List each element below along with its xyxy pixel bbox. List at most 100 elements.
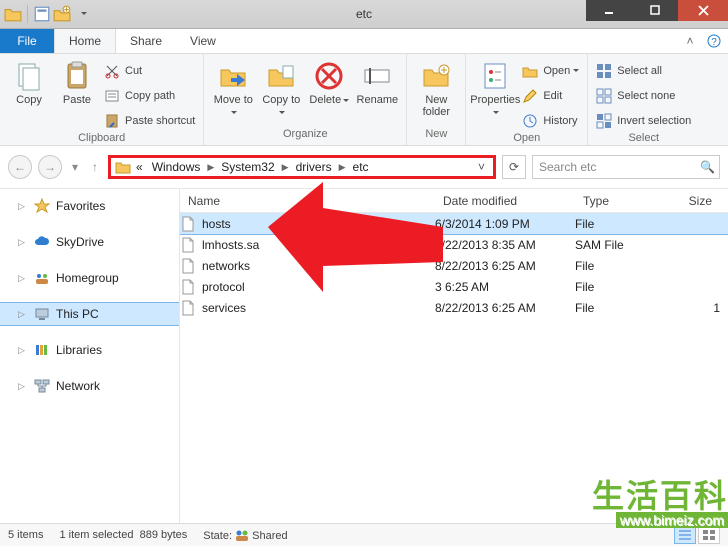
address-bar[interactable]: « Windows▶ System32▶ drivers▶ etc ˅ bbox=[108, 155, 496, 179]
ribbon-group-open: Properties Open Edit History Open bbox=[466, 54, 588, 145]
column-date[interactable]: Date modified bbox=[435, 194, 575, 208]
up-button[interactable]: ↑ bbox=[88, 155, 102, 179]
content-area: ▷Favorites ▷SkyDrive ▷Homegroup ▷This PC… bbox=[0, 188, 728, 523]
qat-dropdown[interactable] bbox=[73, 5, 91, 23]
file-name: networks bbox=[202, 259, 250, 273]
nav-favorites[interactable]: ▷Favorites bbox=[0, 195, 179, 217]
nav-this-pc[interactable]: ▷This PC bbox=[0, 303, 179, 325]
file-type: SAM File bbox=[575, 238, 665, 252]
ribbon-tabstrip: File Home Share View ˄ ? bbox=[0, 29, 728, 54]
select-all-button[interactable]: Select all bbox=[596, 60, 691, 82]
file-icon bbox=[180, 279, 196, 295]
search-icon: 🔍 bbox=[700, 160, 715, 174]
select-none-button[interactable]: Select none bbox=[596, 85, 691, 107]
back-button[interactable]: ← bbox=[8, 155, 32, 179]
ribbon-group-select: Select all Select none Invert selection … bbox=[588, 54, 699, 145]
icons-view-button[interactable] bbox=[698, 526, 720, 544]
file-row[interactable]: hosts6/3/2014 1:09 PMFile bbox=[180, 213, 728, 234]
breadcrumb[interactable]: System32 bbox=[217, 160, 278, 174]
status-state: Shared bbox=[252, 530, 287, 542]
file-row[interactable]: lmhosts.sa8/22/2013 8:35 AMSAM File bbox=[180, 234, 728, 255]
title-bar: etc bbox=[0, 0, 728, 29]
home-tab[interactable]: Home bbox=[54, 29, 116, 53]
delete-button[interactable]: Delete bbox=[308, 58, 350, 106]
ribbon-group-new: New folder New bbox=[407, 54, 466, 145]
nav-libraries[interactable]: ▷Libraries bbox=[0, 339, 179, 361]
copy-path-button[interactable]: Copy path bbox=[104, 85, 195, 107]
column-headers: Name Date modified Type Size bbox=[180, 189, 728, 213]
status-item-count: 5 items bbox=[8, 529, 43, 541]
file-type: File bbox=[575, 259, 665, 273]
breadcrumb[interactable]: etc bbox=[349, 160, 373, 174]
navigation-row: ← → ▾ ↑ « Windows▶ System32▶ drivers▶ et… bbox=[0, 152, 728, 182]
file-icon bbox=[180, 216, 196, 232]
copy-to-button[interactable]: Copy to bbox=[260, 58, 302, 118]
nav-skydrive[interactable]: ▷SkyDrive bbox=[0, 231, 179, 253]
rename-button[interactable]: Rename bbox=[356, 58, 398, 106]
file-date: 8/22/2013 6:25 AM bbox=[435, 301, 575, 315]
ribbon: Copy Paste Cut Copy path Paste shortcut … bbox=[0, 54, 728, 146]
properties-button[interactable]: Properties bbox=[474, 58, 516, 118]
nav-network[interactable]: ▷Network bbox=[0, 375, 179, 397]
file-list: Name Date modified Type Size hosts6/3/20… bbox=[180, 189, 728, 523]
maximize-button[interactable] bbox=[632, 0, 678, 21]
file-date: 3 6:25 AM bbox=[435, 280, 575, 294]
file-tab[interactable]: File bbox=[0, 29, 54, 53]
nav-homegroup[interactable]: ▷Homegroup bbox=[0, 267, 179, 289]
folder-icon bbox=[115, 159, 131, 175]
column-type[interactable]: Type bbox=[575, 194, 665, 208]
chevron-right-icon[interactable]: ▶ bbox=[337, 162, 348, 173]
file-type: File bbox=[575, 280, 665, 294]
file-row[interactable]: services8/22/2013 6:25 AMFile1 bbox=[180, 297, 728, 318]
ribbon-group-clipboard: Copy Paste Cut Copy path Paste shortcut … bbox=[0, 54, 204, 145]
invert-selection-button[interactable]: Invert selection bbox=[596, 110, 691, 132]
breadcrumb[interactable]: Windows bbox=[148, 160, 205, 174]
move-to-button[interactable]: Move to bbox=[212, 58, 254, 118]
details-view-button[interactable] bbox=[674, 526, 696, 544]
shared-icon bbox=[235, 528, 249, 542]
share-tab[interactable]: Share bbox=[116, 29, 176, 53]
folder-icon bbox=[4, 5, 22, 23]
chevron-right-icon[interactable]: ▶ bbox=[205, 162, 216, 173]
new-folder-button[interactable]: New folder bbox=[415, 58, 457, 118]
file-name: protocol bbox=[202, 280, 245, 294]
file-icon bbox=[180, 300, 196, 316]
search-box[interactable]: 🔍 bbox=[532, 155, 720, 179]
file-date: 8/22/2013 6:25 AM bbox=[435, 259, 575, 273]
file-row[interactable]: networks 8/22/2013 6:25 AMFile bbox=[180, 255, 728, 276]
edit-button[interactable]: Edit bbox=[522, 85, 579, 107]
file-date: 8/22/2013 8:35 AM bbox=[435, 238, 575, 252]
copy-button[interactable]: Copy bbox=[8, 58, 50, 106]
new-folder-icon[interactable] bbox=[53, 5, 71, 23]
file-size: 1 bbox=[665, 301, 720, 315]
status-state-label: State: bbox=[203, 530, 232, 542]
address-dropdown[interactable]: ˅ bbox=[474, 160, 489, 174]
help-button[interactable]: ? bbox=[700, 29, 728, 53]
properties-icon[interactable] bbox=[33, 5, 51, 23]
status-bytes: 889 bytes bbox=[140, 529, 188, 541]
forward-button[interactable]: → bbox=[38, 155, 62, 179]
close-button[interactable] bbox=[678, 0, 728, 21]
view-tab[interactable]: View bbox=[176, 29, 230, 53]
file-type: File bbox=[575, 301, 665, 315]
chevron-right-icon[interactable]: ▶ bbox=[280, 162, 291, 173]
ribbon-collapse-button[interactable]: ˄ bbox=[680, 29, 700, 53]
breadcrumb[interactable]: drivers bbox=[292, 160, 336, 174]
recent-locations-button[interactable]: ▾ bbox=[68, 155, 82, 179]
minimize-button[interactable] bbox=[586, 0, 632, 21]
file-row[interactable]: protocol 3 6:25 AMFile bbox=[180, 276, 728, 297]
cut-button[interactable]: Cut bbox=[104, 60, 195, 82]
column-size[interactable]: Size bbox=[665, 194, 720, 208]
refresh-button[interactable]: ⟳ bbox=[502, 155, 526, 179]
open-button[interactable]: Open bbox=[522, 60, 579, 82]
history-button[interactable]: History bbox=[522, 110, 579, 132]
column-name[interactable]: Name bbox=[180, 194, 435, 208]
window-buttons bbox=[586, 0, 728, 28]
paste-button[interactable]: Paste bbox=[56, 58, 98, 106]
file-name: hosts bbox=[202, 217, 231, 231]
paste-shortcut-button[interactable]: Paste shortcut bbox=[104, 110, 195, 132]
svg-text:?: ? bbox=[711, 37, 717, 48]
separator bbox=[27, 5, 28, 23]
watermark: 生活百科 www.bimeiz.com bbox=[592, 480, 728, 528]
search-input[interactable] bbox=[539, 160, 694, 174]
